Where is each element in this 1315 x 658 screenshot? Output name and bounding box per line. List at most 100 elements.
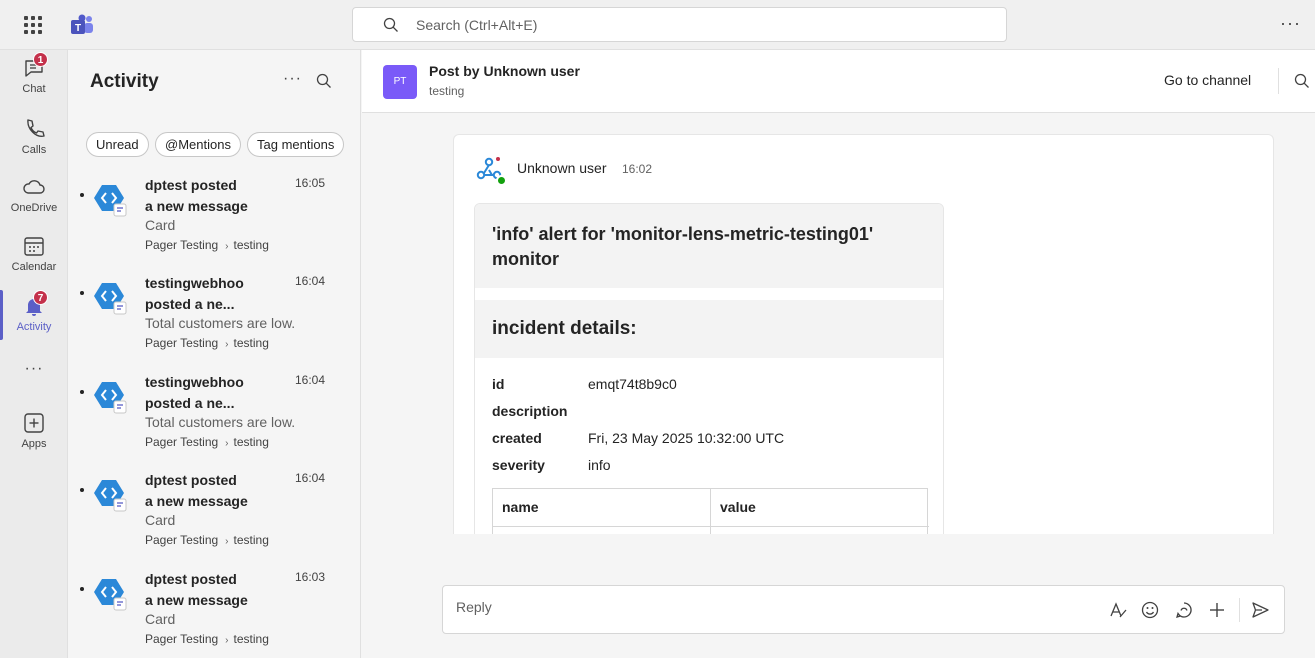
chat-badge: 1 [33,52,48,67]
format-icon[interactable] [1108,600,1128,620]
filter-mentions[interactable]: @Mentions [155,132,241,157]
unread-dot [80,488,84,492]
fact-key: description [492,403,568,419]
activity-item-preview: Card [145,611,176,627]
emoji-icon[interactable] [1140,600,1160,620]
conversation-pane: PT Post by Unknown user testing Go to ch… [362,50,1315,658]
post-timestamp: 16:02 [622,162,653,176]
search-icon [383,17,398,32]
rail-item-activity[interactable]: 7 Activity [0,290,68,333]
fact-value: info [588,457,611,473]
activity-list-item[interactable]: testingwebhoo posted a ne... 16:04 Total cu… [69,273,361,371]
rail-item-apps[interactable]: Apps [0,411,68,450]
activity-item-line1: testingwebhoo [145,374,244,390]
chevron-right-icon: › [225,339,229,350]
add-app-icon [24,413,44,433]
webhook-bot-icon [94,283,127,315]
team-name: Pager Testing [145,632,219,646]
rail-item-onedrive[interactable]: OneDrive [0,175,68,214]
channel-name: testing [233,632,269,646]
team-name: Pager Testing [145,336,219,350]
activity-list-item[interactable]: dptest posted a new message 16:03 Card Pager… [69,569,361,658]
activity-item-line1: dptest posted [145,177,237,193]
activity-more-icon[interactable]: ··· [283,70,302,88]
loop-icon[interactable] [1174,600,1194,620]
fact-key: id [492,376,505,392]
go-to-channel-button[interactable]: Go to channel [1164,72,1251,88]
channel-avatar: PT [383,65,417,99]
activity-item-preview: Total customers are low. [145,315,296,331]
team-name: Pager Testing [145,435,219,449]
send-icon[interactable] [1250,600,1270,620]
search-icon[interactable] [1294,73,1310,89]
activity-list-item[interactable]: dptest posted a new message 16:04 Card Pager… [69,470,361,568]
card-header: 'info' alert for 'monitor-lens-metric-te… [475,204,943,288]
activity-item-location: Pager Testing › testing [145,435,269,449]
more-options-icon[interactable]: ··· [1280,13,1301,34]
adaptive-card: 'info' alert for 'monitor-lens-metric-te… [474,203,944,534]
activity-list-item[interactable]: dptest posted a new message 16:05 Card Pager… [69,175,361,273]
post-author[interactable]: Unknown user [517,160,607,176]
details-table: name value [492,488,929,534]
chevron-right-icon: › [225,536,229,547]
activity-item-line2: posted a ne... [145,395,235,411]
top-bar: T Search (Ctrl+Alt+E) ··· [0,0,1315,50]
global-search-input[interactable]: Search (Ctrl+Alt+E) [352,7,1007,42]
activity-item-time: 16:05 [295,176,326,190]
header-divider [1278,68,1279,94]
reply-box[interactable]: Reply [442,585,1285,634]
webhook-bot-icon [94,480,127,512]
webhook-bot-icon [94,579,127,611]
activity-item-location: Pager Testing › testing [145,238,269,252]
search-icon[interactable] [316,73,332,89]
chevron-right-icon: › [225,635,229,646]
rail-label-apps: Apps [21,438,47,450]
activity-panel: Activity ··· Unread @Mentions Tag mentio… [69,50,361,658]
conversation-header: PT Post by Unknown user testing Go to ch… [362,50,1315,113]
phone-icon [27,119,45,137]
reply-divider [1239,598,1240,622]
rail-item-calendar[interactable]: Calendar [0,234,68,273]
svg-text:T: T [75,23,81,34]
activity-item-location: Pager Testing › testing [145,533,269,547]
rail-label-chat: Chat [22,83,46,95]
activity-item-line2: a new message [145,198,248,214]
activity-item-preview: Total customers are low. [145,414,296,430]
channel-name: testing [233,238,269,252]
search-placeholder: Search (Ctrl+Alt+E) [416,17,538,33]
rail-label-activity: Activity [16,321,52,333]
rail-item-calls[interactable]: Calls [0,117,68,156]
presence-available-icon [496,175,507,186]
activity-item-line2: posted a ne... [145,296,235,312]
chevron-right-icon: › [225,241,229,252]
app-launcher-icon[interactable] [22,14,44,36]
fact-key: created [492,430,542,446]
rail-more-icon[interactable]: ··· [0,360,68,378]
reply-placeholder: Reply [456,599,492,615]
activity-list-item[interactable]: testingwebhoo posted a ne... 16:04 Total cu… [69,372,361,470]
rail-label-calls: Calls [21,144,47,156]
fact-value: Fri, 23 May 2025 10:32:00 UTC [588,430,785,446]
filter-unread[interactable]: Unread [86,132,149,157]
activity-item-title: testingwebhoo posted a ne... [145,372,285,414]
fact-value: emqt74t8b9c0 [588,376,677,392]
add-icon[interactable] [1207,600,1227,620]
activity-badge: 7 [33,290,48,305]
activity-title: Activity [90,71,159,92]
filter-tag-mentions[interactable]: Tag mentions [247,132,345,157]
table-header-name: name [502,499,539,515]
activity-item-line2: a new message [145,592,248,608]
activity-item-line1: dptest posted [145,571,237,587]
webhook-bot-icon [94,382,127,414]
webhook-bot-icon [94,185,127,217]
rail-label-calendar: Calendar [11,261,57,273]
section-title: incident details: [492,318,637,339]
activity-item-title: dptest posted a new message [145,175,285,217]
channel-name: testing [233,336,269,350]
unread-dot [80,587,84,591]
activity-item-time: 16:04 [295,274,326,288]
activity-item-location: Pager Testing › testing [145,336,269,350]
unread-dot [80,193,84,197]
activity-item-title: dptest posted a new message [145,470,285,512]
rail-item-chat[interactable]: 1 Chat [0,52,68,95]
